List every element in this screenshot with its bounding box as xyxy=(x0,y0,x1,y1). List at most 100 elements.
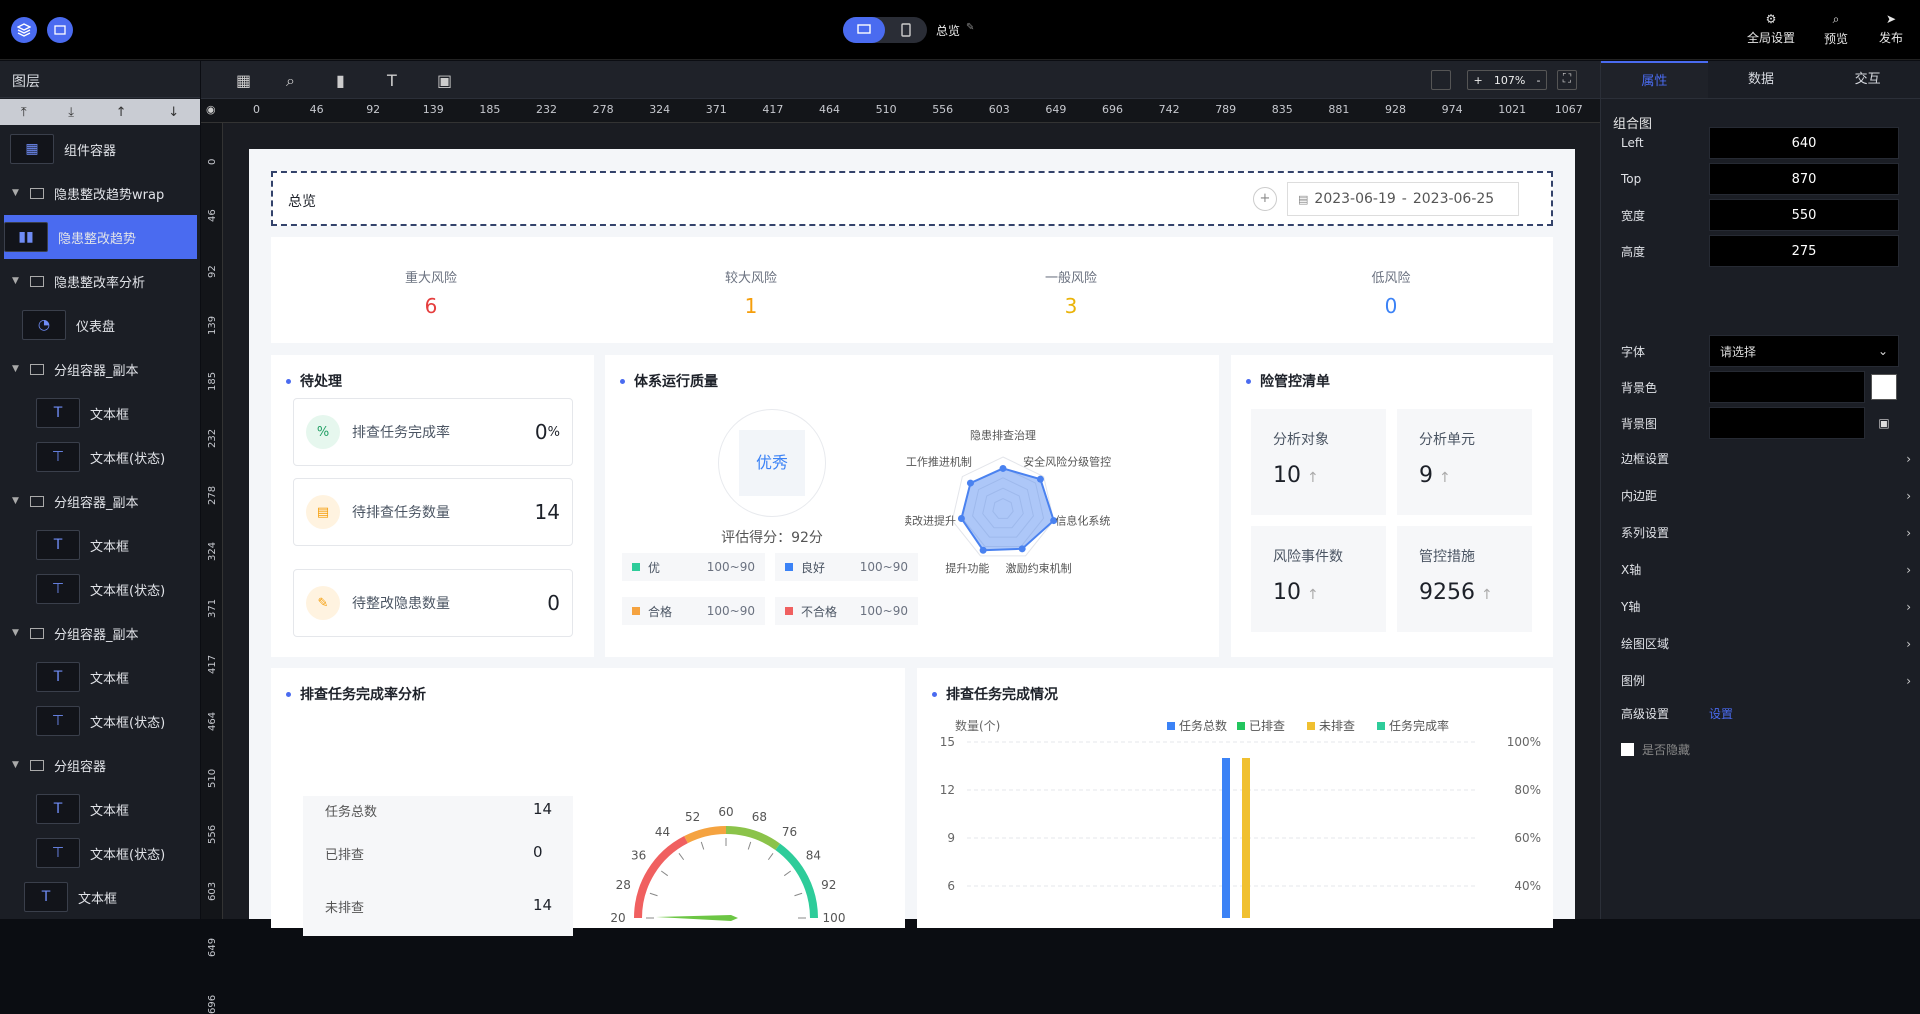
tab-properties[interactable]: 属性 xyxy=(1601,61,1708,98)
layer-item[interactable]: T 文本框 xyxy=(0,523,200,567)
layer-item[interactable]: ⊤ 文本框(状态) xyxy=(0,435,200,479)
caret-icon[interactable]: ▼ xyxy=(12,760,22,770)
completion-chart: 数量(个)15 100% 12 80% 9 60% 6 40% 任务总数 已排查 未排查 任务完成率 xyxy=(940,718,1541,918)
layer-item[interactable]: T 文本框 xyxy=(0,391,200,435)
layer-item[interactable]: ▼ 隐患整改率分析 xyxy=(0,259,200,303)
move-up-icon[interactable]: ↑ xyxy=(116,105,127,120)
prop-group[interactable]: 图例 › xyxy=(1621,672,1911,689)
edit-icon[interactable]: ✎ xyxy=(966,22,974,33)
caret-icon[interactable]: ▼ xyxy=(12,276,22,286)
mouse-icon[interactable] xyxy=(1431,70,1451,90)
arrow-up-icon: ↑ xyxy=(1307,470,1319,486)
pending-item[interactable]: ▤ 待排查任务数量 14 xyxy=(293,478,573,546)
prop-input[interactable]: 275 xyxy=(1709,235,1899,267)
layer-item[interactable]: T 文本框 xyxy=(0,875,200,919)
prop-input[interactable]: 870 xyxy=(1709,163,1899,195)
legend-range: 100~90 xyxy=(859,560,908,574)
risk-item[interactable]: 重大风险 6 xyxy=(371,267,491,318)
font-select[interactable]: 请选择 ⌄ xyxy=(1709,335,1899,367)
fullscreen-icon[interactable]: ⛶ xyxy=(1557,70,1577,90)
zoom-in-button[interactable]: + xyxy=(1474,74,1483,87)
layer-item[interactable]: ▼ 分组容器_副本 xyxy=(0,611,200,655)
image-upload-icon[interactable]: ▣ xyxy=(1871,410,1897,436)
layer-item[interactable]: ▼ 隐患整改趋势wrap xyxy=(0,171,200,215)
checklist-item[interactable]: 分析对象 10 ↑ xyxy=(1251,409,1386,515)
layer-item[interactable]: ⊤ 文本框(状态) xyxy=(0,831,200,875)
layer-label: 分组容器_副本 xyxy=(54,495,139,511)
overview-header[interactable]: 总览 + ▤ 2023-06-19 - 2023-06-25 xyxy=(271,171,1553,226)
text-tool-icon[interactable]: T xyxy=(387,71,397,90)
caret-icon[interactable]: ▼ xyxy=(12,364,22,374)
chevron-right-icon: › xyxy=(1906,525,1911,540)
eye-icon[interactable]: ◉ xyxy=(206,103,216,116)
risk-item[interactable]: 较大风险 1 xyxy=(691,267,811,318)
move-down-icon[interactable]: ↓ xyxy=(168,105,179,120)
prop-group[interactable]: Y轴 › xyxy=(1621,598,1911,615)
calendar-icon: ▤ xyxy=(1298,192,1309,206)
layers-logo-icon[interactable] xyxy=(11,17,37,43)
layer-item[interactable]: ⊤ 文本框(状态) xyxy=(0,567,200,611)
caret-icon[interactable]: ▼ xyxy=(12,496,22,506)
move-bottom-icon[interactable]: ⤓ xyxy=(68,105,74,120)
layer-item[interactable]: ▮▮ 隐患整改趋势 xyxy=(4,215,197,259)
bgcolor-input[interactable] xyxy=(1709,371,1865,403)
prop-group[interactable]: X轴 › xyxy=(1621,561,1911,578)
desktop-icon[interactable] xyxy=(843,17,885,43)
zoom-out-button[interactable]: - xyxy=(1536,74,1540,87)
prop-group[interactable]: 内边距 › xyxy=(1621,487,1911,504)
date-range-picker[interactable]: ▤ 2023-06-19 - 2023-06-25 xyxy=(1287,182,1519,216)
pending-item[interactable]: % 排查任务完成率 0% xyxy=(293,398,573,466)
prop-input[interactable]: 640 xyxy=(1709,127,1899,159)
completion-card[interactable]: 排查任务完成情况 数量(个) 15 100% 12 80% 9 60% 6 40% 任务总数 已排查… xyxy=(917,668,1553,928)
layer-item[interactable]: T 文本框 xyxy=(0,787,200,831)
preview-button[interactable]: ⌕ 预览 xyxy=(1824,12,1848,47)
layer-item[interactable]: ▼ 分组容器_副本 xyxy=(0,347,200,391)
ruler-tick-label: 603 xyxy=(207,881,218,901)
layer-item[interactable]: ▦ 组件容器 xyxy=(0,127,200,171)
risk-item[interactable]: 低风险 0 xyxy=(1331,267,1451,318)
tab-data[interactable]: 数据 xyxy=(1708,61,1815,98)
ruler-tick-label: 46 xyxy=(309,103,324,116)
mobile-icon[interactable] xyxy=(885,17,927,43)
layer-item[interactable]: ◔ 仪表盘 xyxy=(0,303,200,347)
caret-icon[interactable]: ▼ xyxy=(12,188,22,198)
risk-item[interactable]: 一般风险 3 xyxy=(1011,267,1131,318)
bgimg-input[interactable] xyxy=(1709,407,1865,439)
caret-icon[interactable]: ▼ xyxy=(12,628,22,638)
prop-group[interactable]: 边框设置 › xyxy=(1621,450,1911,467)
move-top-icon[interactable]: ⤒ xyxy=(21,105,27,120)
task-list-icon: ▤ xyxy=(306,495,340,529)
layout-icon[interactable]: ▦ xyxy=(236,71,251,90)
ruler-tick-label: 1021 xyxy=(1498,103,1527,116)
layer-item[interactable]: ▼ 分组容器_副本 xyxy=(0,479,200,523)
prop-input[interactable]: 550 xyxy=(1709,199,1899,231)
layer-item[interactable]: ⊤ 文本框(状态) xyxy=(0,699,200,743)
layer-item[interactable]: T 文本框 xyxy=(0,655,200,699)
checklist-item[interactable]: 管控措施 9256 ↑ xyxy=(1397,526,1532,632)
image-tool-icon[interactable]: ▣ xyxy=(437,71,452,90)
ruler-tick-label: 881 xyxy=(1328,103,1350,116)
layer-item[interactable]: ▼ 分组容器 xyxy=(0,743,200,787)
zoom-control[interactable]: + 107% - xyxy=(1467,70,1547,90)
preview-icon: ⌕ xyxy=(1832,12,1840,26)
page-title[interactable]: 总览 xyxy=(936,22,960,39)
ruler-tick-label: 232 xyxy=(207,428,218,448)
checklist-item[interactable]: 分析单元 9 ↑ xyxy=(1397,409,1532,515)
publish-button[interactable]: ➤ 发布 xyxy=(1879,12,1903,46)
hidden-checkbox[interactable] xyxy=(1621,743,1634,756)
legend-swatch xyxy=(632,607,640,615)
screen-logo-icon[interactable] xyxy=(47,17,73,43)
checklist-item[interactable]: 风险事件数 10 ↑ xyxy=(1251,526,1386,632)
global-settings-button[interactable]: ⚙ 全局设置 xyxy=(1747,12,1795,46)
add-icon[interactable]: + xyxy=(1253,187,1277,211)
device-switch[interactable] xyxy=(843,17,927,43)
search-icon[interactable]: ⌕ xyxy=(286,71,295,91)
chart-icon[interactable]: ▮ xyxy=(336,71,345,90)
ruler-tick-label: 510 xyxy=(875,103,897,116)
tab-interaction[interactable]: 交互 xyxy=(1814,61,1920,98)
color-picker-icon[interactable] xyxy=(1871,374,1897,400)
advanced-settings-link[interactable]: 设置 xyxy=(1709,705,1733,722)
prop-group[interactable]: 系列设置 › xyxy=(1621,524,1911,541)
prop-group[interactable]: 绘图区域 › xyxy=(1621,635,1911,652)
pending-item[interactable]: ✎ 待整改隐患数量 0 xyxy=(293,569,573,637)
